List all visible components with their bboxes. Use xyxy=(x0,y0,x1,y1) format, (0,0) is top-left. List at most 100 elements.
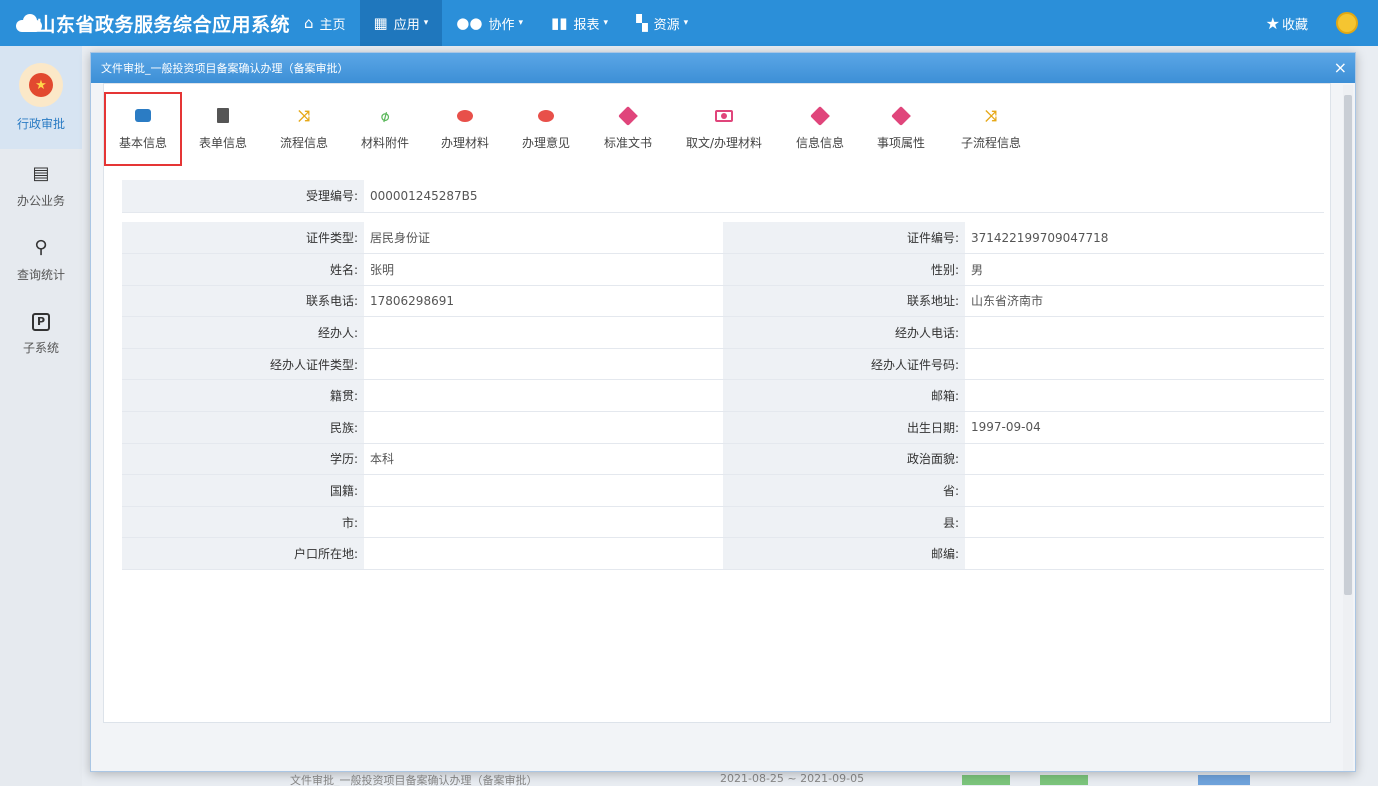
tab-7[interactable]: 取文/办理材料 xyxy=(670,92,778,166)
tag-icon xyxy=(618,105,638,126)
tag-icon xyxy=(810,105,830,126)
field-label: 出生日期: xyxy=(723,411,965,444)
nav-item-label: 主页 xyxy=(319,17,346,33)
resource-icon: ▚ xyxy=(636,14,648,32)
field-value xyxy=(965,506,1324,539)
document-list-icon: ▤ xyxy=(32,163,50,184)
field-label: 邮箱: xyxy=(723,379,965,413)
table-row: 籍贯: 邮箱: xyxy=(122,379,1324,413)
tab-1[interactable]: 表单信息 xyxy=(184,92,262,166)
modal-body: 基本信息 表单信息 ⤨ 流程信息 ⌀ 材料附件 办理材料 办理意见 标准文书 取文/办理材料 信息信… xyxy=(103,83,1331,723)
field-label: 学历: xyxy=(122,443,364,476)
field-value: 1997-09-04 xyxy=(965,411,1324,444)
field-label: 经办人电话: xyxy=(723,316,965,349)
tab-2[interactable]: ⤨ 流程信息 xyxy=(264,92,344,166)
field-value: 000001245287B5 xyxy=(364,180,1324,213)
action-button[interactable] xyxy=(1198,775,1250,785)
sidebar-item-label: 查询统计 xyxy=(16,268,65,282)
field-value xyxy=(364,537,723,571)
field-label: 性别: xyxy=(723,253,965,286)
shuffle-icon: ⤨ xyxy=(984,106,997,125)
sidebar-item-label: 行政审批 xyxy=(16,117,65,131)
mail-icon xyxy=(134,108,152,124)
favorites-label: 收藏 xyxy=(1281,17,1308,33)
nav-item-label: 报表 xyxy=(573,17,600,33)
background-row-text: 文件审批_一般投资项目备案确认办理（备案审批） xyxy=(290,774,538,786)
sidebar-item-subsystem[interactable]: P 子系统 xyxy=(0,297,82,371)
nav-item-label: 应用 xyxy=(393,17,420,33)
nav-item-4[interactable]: ▚ 资源 ▾ xyxy=(622,0,702,46)
field-label: 受理编号: xyxy=(122,180,364,213)
table-row: 联系电话: 17806298691 联系地址: 山东省济南市 xyxy=(122,285,1324,318)
chevron-down-icon: ▾ xyxy=(603,18,609,28)
tab-label: 流程信息 xyxy=(279,135,328,150)
table-row: 市: 县: xyxy=(122,506,1324,539)
scrollbar-thumb[interactable] xyxy=(1344,95,1352,595)
table-row: 民族: 出生日期: 1997-09-04 xyxy=(122,411,1324,444)
tab-label: 信息信息 xyxy=(795,135,844,150)
tab-0[interactable]: 基本信息 xyxy=(104,92,182,166)
field-value xyxy=(965,443,1324,476)
table-spacer xyxy=(122,212,1324,222)
table-row: 证件类型: 居民身份证 证件编号: 371422199709047718 xyxy=(122,222,1324,255)
shuffle-icon: ⤨ xyxy=(297,106,310,125)
close-icon[interactable]: × xyxy=(1334,58,1347,77)
nav-item-2[interactable]: ●● 协作 ▾ xyxy=(442,0,537,46)
sidebar-item-query[interactable]: ⚲ 查询统计 xyxy=(0,223,82,297)
field-label: 省: xyxy=(723,474,965,507)
chevron-down-icon: ▾ xyxy=(683,18,689,28)
field-label: 市: xyxy=(122,506,364,539)
basic-info-table: 受理编号: 000001245287B5 证件类型: 居民身份证 证件编号: 3714… xyxy=(122,180,1324,571)
tab-label: 子流程信息 xyxy=(960,135,1021,150)
table-row: 经办人证件类型: 经办人证件号码: xyxy=(122,348,1324,381)
field-label: 民族: xyxy=(122,411,364,444)
tab-8[interactable]: 信息信息 xyxy=(780,92,860,166)
field-label: 国籍: xyxy=(122,474,364,507)
home-icon: ⌂ xyxy=(304,14,314,32)
brand[interactable]: 山东省政务服务综合应用系统 xyxy=(0,0,290,46)
user-avatar[interactable] xyxy=(1336,12,1358,34)
tab-5[interactable]: 办理意见 xyxy=(506,92,586,166)
field-label: 证件编号: xyxy=(723,222,965,255)
field-label: 证件类型: xyxy=(122,222,364,255)
tab-6[interactable]: 标准文书 xyxy=(588,92,668,166)
cloud-logo-icon xyxy=(14,14,43,32)
left-sidebar: ★ 行政审批 ▤ 办公业务 ⚲ 查询统计 P 子系统 xyxy=(0,46,82,786)
table-row: 学历: 本科 政治面貌: xyxy=(122,443,1324,476)
sidebar-item-office[interactable]: ▤ 办公业务 xyxy=(0,149,82,223)
favorites-button[interactable]: ★ 收藏 xyxy=(1266,14,1308,33)
field-label: 联系地址: xyxy=(723,285,965,318)
tab-label: 材料附件 xyxy=(360,135,409,150)
field-value: 山东省济南市 xyxy=(965,285,1324,318)
field-value xyxy=(364,474,723,507)
sidebar-item-approval[interactable]: ★ 行政审批 xyxy=(0,46,82,149)
field-label: 经办人证件号码: xyxy=(723,348,965,381)
star-icon: ★ xyxy=(1265,13,1280,33)
app-title: 山东省政务服务综合应用系统 xyxy=(36,13,290,36)
scrollbar[interactable] xyxy=(1343,85,1353,771)
field-value xyxy=(965,348,1324,381)
nav-item-0[interactable]: ⌂ 主页 xyxy=(290,0,360,46)
nav-item-1[interactable]: ▦ 应用 ▾ xyxy=(359,0,443,46)
table-row: 姓名: 张明 性别: 男 xyxy=(122,253,1324,286)
tab-4[interactable]: 办理材料 xyxy=(426,92,504,166)
tab-9[interactable]: 事项属性 xyxy=(862,92,940,166)
field-value: 男 xyxy=(965,253,1324,286)
tab-label: 表单信息 xyxy=(198,135,247,150)
field-label: 籍贯: xyxy=(122,379,364,413)
field-value: 本科 xyxy=(364,443,723,476)
tab-bar: 基本信息 表单信息 ⤨ 流程信息 ⌀ 材料附件 办理材料 办理意见 标准文书 取文/办理材料 信息信… xyxy=(104,88,1332,166)
field-value xyxy=(965,537,1324,571)
nav-item-3[interactable]: ▮▮ 报表 ▾ xyxy=(537,0,622,46)
nav-item-label: 资源 xyxy=(653,17,680,33)
tab-label: 基本信息 xyxy=(118,135,167,150)
tab-10[interactable]: ⤨ 子流程信息 xyxy=(942,92,1040,166)
medal-icon: ★ xyxy=(19,63,63,107)
background-list-row: 文件审批_一般投资项目备案确认办理（备案审批） 2021-08-25 ~ 202… xyxy=(100,772,1260,786)
field-value xyxy=(364,348,723,381)
tab-label: 办理意见 xyxy=(521,135,570,150)
tab-label: 取文/办理材料 xyxy=(685,135,763,150)
table-row: 经办人: 经办人电话: xyxy=(122,316,1324,349)
bar-chart-icon: ▮▮ xyxy=(551,14,568,32)
tab-3[interactable]: ⌀ 材料附件 xyxy=(346,92,424,166)
